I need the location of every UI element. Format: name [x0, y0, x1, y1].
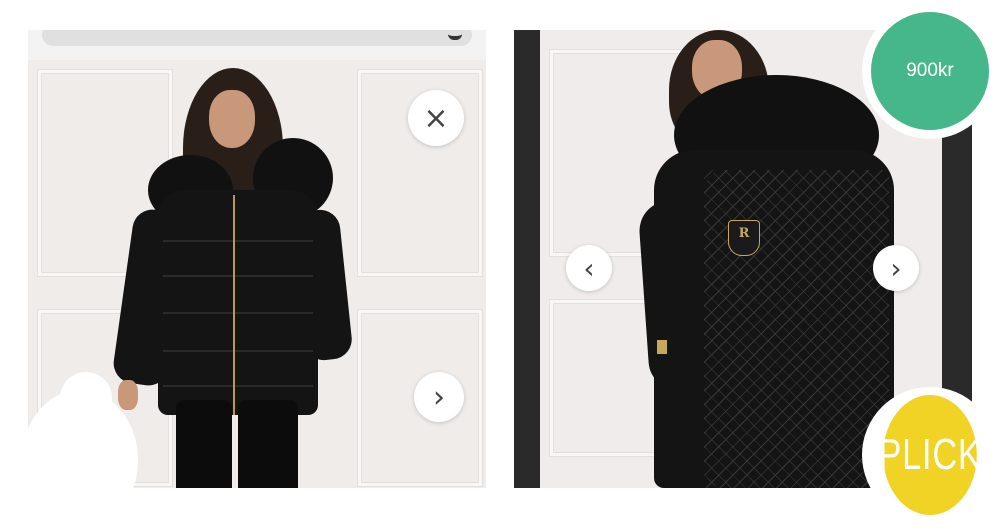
- plick-circle[interactable]: PLICK: [878, 395, 981, 515]
- overlay-blob: [60, 372, 112, 424]
- next-photo-button[interactable]: ›: [414, 372, 464, 422]
- chevron-right-icon: ›: [890, 251, 902, 285]
- search-input[interactable]: [42, 30, 472, 46]
- chevron-right-icon: ›: [433, 379, 445, 415]
- plick-label: PLICK: [878, 430, 982, 479]
- price-badge: 900kr: [862, 3, 998, 139]
- price-circle: 900kr: [871, 12, 989, 130]
- next-photo-button[interactable]: ›: [873, 245, 919, 291]
- close-icon[interactable]: ×: [408, 90, 464, 146]
- carousel-edge: [514, 30, 540, 488]
- chevron-left-icon: ‹: [583, 251, 595, 285]
- search-icon[interactable]: [448, 30, 462, 40]
- plick-button[interactable]: PLICK: [862, 387, 998, 523]
- price-label: 900kr: [906, 60, 954, 81]
- prev-photo-button[interactable]: ‹: [566, 245, 612, 291]
- app-top-bar: [28, 30, 486, 61]
